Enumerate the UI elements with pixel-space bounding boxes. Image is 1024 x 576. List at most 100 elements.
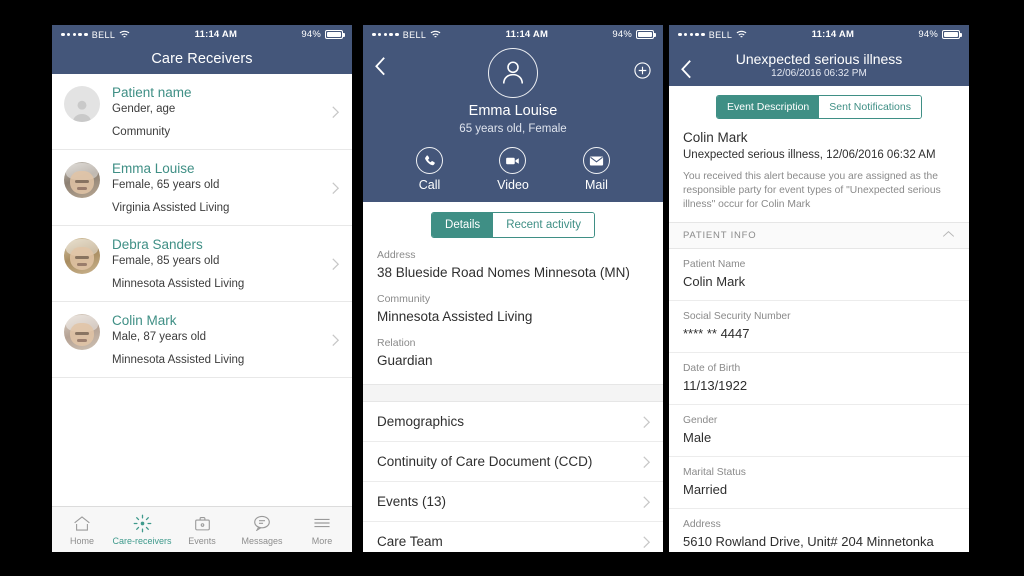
message-icon: [253, 514, 271, 533]
field-value: Guardian: [377, 353, 433, 368]
list-item-meta: Female, 85 years old: [112, 255, 220, 267]
chevron-right-icon: [331, 257, 340, 271]
list-item-community: Community: [112, 126, 171, 138]
menu-item-label: Continuity of Care Document (CCD): [377, 454, 593, 469]
segment-event-description[interactable]: Event Description: [716, 96, 820, 118]
avatar: [64, 238, 100, 274]
field-value: Colin Mark: [683, 274, 746, 289]
section-header-patient-info[interactable]: PATIENT INFO: [669, 222, 969, 249]
list-item-info: Patient name Gender, age Community: [112, 84, 340, 140]
chevron-right-icon: [642, 455, 651, 469]
tab-events[interactable]: Events: [172, 514, 232, 546]
alert-event-line: Unexpected serious illness, 12/06/2016 0…: [683, 149, 936, 161]
battery-icon: [636, 30, 656, 39]
segmented-control: Event Description Sent Notifications: [715, 95, 922, 119]
list-item-community: Virginia Assisted Living: [112, 202, 230, 214]
chevron-right-icon: [331, 105, 340, 119]
phone-icon: [416, 147, 444, 174]
status-bar-right: 94%: [301, 29, 345, 40]
action-label: Mail: [584, 178, 608, 192]
list-item[interactable]: Colin Mark Male, 87 years old Minnesota …: [52, 302, 352, 378]
wifi-icon: [119, 30, 130, 39]
video-button[interactable]: Video: [497, 147, 529, 192]
tab-label: Events: [188, 535, 216, 546]
field-community: Community Minnesota Assisted Living: [377, 292, 649, 326]
segment-recent-activity[interactable]: Recent activity: [493, 213, 594, 237]
status-bar: BELL 11:14 AM 94%: [669, 25, 969, 44]
placeholder-avatar: [64, 86, 100, 122]
tab-messages[interactable]: Messages: [232, 514, 292, 546]
list-item[interactable]: Debra Sanders Female, 85 years old Minne…: [52, 226, 352, 302]
detail-menu-list: Demographics Continuity of Care Document…: [363, 402, 663, 552]
care-receivers-icon: [133, 514, 152, 533]
segmented-control-wrap: Details Recent activity: [363, 202, 663, 244]
field-value: 38 Blueside Road Nomes Minnesota (MN): [377, 265, 630, 280]
patient-hero-header: Emma Louise 65 years old, Female Call Vi…: [363, 44, 663, 202]
menu-item-care-team[interactable]: Care Team: [363, 522, 663, 552]
field-gender: Gender Male: [669, 405, 969, 457]
field-value: Male: [683, 430, 712, 445]
battery-percent-label: 94%: [918, 29, 938, 40]
tab-care-receivers[interactable]: Care-receivers: [112, 514, 172, 546]
field-value: Minnesota Assisted Living: [377, 309, 533, 324]
tab-label: Home: [69, 535, 94, 546]
avatar: [64, 162, 100, 198]
field-label: Gender: [683, 415, 718, 426]
tab-more[interactable]: More: [292, 514, 352, 546]
call-button[interactable]: Call: [416, 147, 444, 192]
action-label: Video: [497, 178, 529, 192]
phone-screen-patient-details: BELL 11:14 AM 94% Emma Louise 65 years o…: [363, 25, 663, 552]
status-bar: BELL 11:14 AM 94%: [363, 25, 663, 44]
back-button[interactable]: [679, 58, 693, 79]
tab-home[interactable]: Home: [52, 514, 112, 546]
chevron-right-icon: [642, 535, 651, 549]
envelope-icon: [582, 147, 610, 174]
field-patient-name: Patient Name Colin Mark: [669, 249, 969, 301]
mail-button[interactable]: Mail: [582, 147, 610, 192]
page-subtitle: 12/06/2016 06:32 PM: [771, 68, 867, 79]
phone-screen-event-detail: BELL 11:14 AM 94% Unexpected serious ill…: [669, 25, 969, 552]
segment-sent-notifications[interactable]: Sent Notifications: [819, 96, 921, 118]
signal-dots-icon: [372, 32, 399, 37]
menu-item-label: Care Team: [377, 534, 443, 549]
list-item-info: Emma Louise Female, 65 years old Virgini…: [112, 160, 340, 216]
carrier-label: BELL: [91, 29, 116, 40]
tab-label: Messages: [241, 535, 283, 546]
section-title: PATIENT INFO: [683, 230, 757, 241]
home-icon: [73, 514, 91, 533]
field-label: Social Security Number: [683, 311, 791, 322]
chevron-right-icon: [642, 415, 651, 429]
back-button[interactable]: [373, 55, 387, 76]
status-bar-left: BELL: [61, 30, 130, 40]
avatar: [64, 314, 100, 350]
battery-icon: [325, 30, 345, 39]
nav-bar-event: Unexpected serious illness 12/06/2016 06…: [669, 44, 969, 86]
field-value: 5610 Rowland Drive, Unit# 204 Minnetonka…: [683, 534, 934, 549]
menu-item-ccd[interactable]: Continuity of Care Document (CCD): [363, 442, 663, 482]
menu-item-label: Demographics: [377, 414, 465, 429]
patient-subtitle: 65 years old, Female: [459, 123, 567, 135]
menu-item-events[interactable]: Events (13): [363, 482, 663, 522]
segmented-control: Details Recent activity: [431, 212, 595, 238]
add-button[interactable]: [634, 62, 651, 79]
field-ssn: Social Security Number **** ** 4447: [669, 301, 969, 353]
tab-label: Care-receivers: [112, 535, 172, 546]
alert-body-text: You received this alert because you are …: [683, 171, 941, 210]
battery-percent-label: 94%: [301, 29, 321, 40]
phone-screen-care-receivers: BELL 11:14 AM 94% Care Receivers Patient…: [52, 25, 352, 552]
list-item-community: Minnesota Assisted Living: [112, 354, 245, 366]
segment-details[interactable]: Details: [432, 213, 494, 237]
list-item-info: Debra Sanders Female, 85 years old Minne…: [112, 236, 340, 292]
patient-info-fields: Patient Name Colin Mark Social Security …: [669, 249, 969, 552]
list-item-info: Colin Mark Male, 87 years old Minnesota …: [112, 312, 340, 368]
section-spacer: [363, 384, 663, 402]
chevron-up-icon[interactable]: [942, 230, 955, 241]
list-item[interactable]: Emma Louise Female, 65 years old Virgini…: [52, 150, 352, 226]
menu-item-demographics[interactable]: Demographics: [363, 402, 663, 442]
list-item[interactable]: Patient name Gender, age Community: [52, 74, 352, 150]
field-address: Address 38 Blueside Road Nomes Minnesota…: [377, 248, 649, 282]
wifi-icon: [736, 30, 747, 39]
status-bar-right: 94%: [612, 29, 656, 40]
list-item-meta: Gender, age: [112, 103, 176, 115]
battery-percent-label: 94%: [612, 29, 632, 40]
